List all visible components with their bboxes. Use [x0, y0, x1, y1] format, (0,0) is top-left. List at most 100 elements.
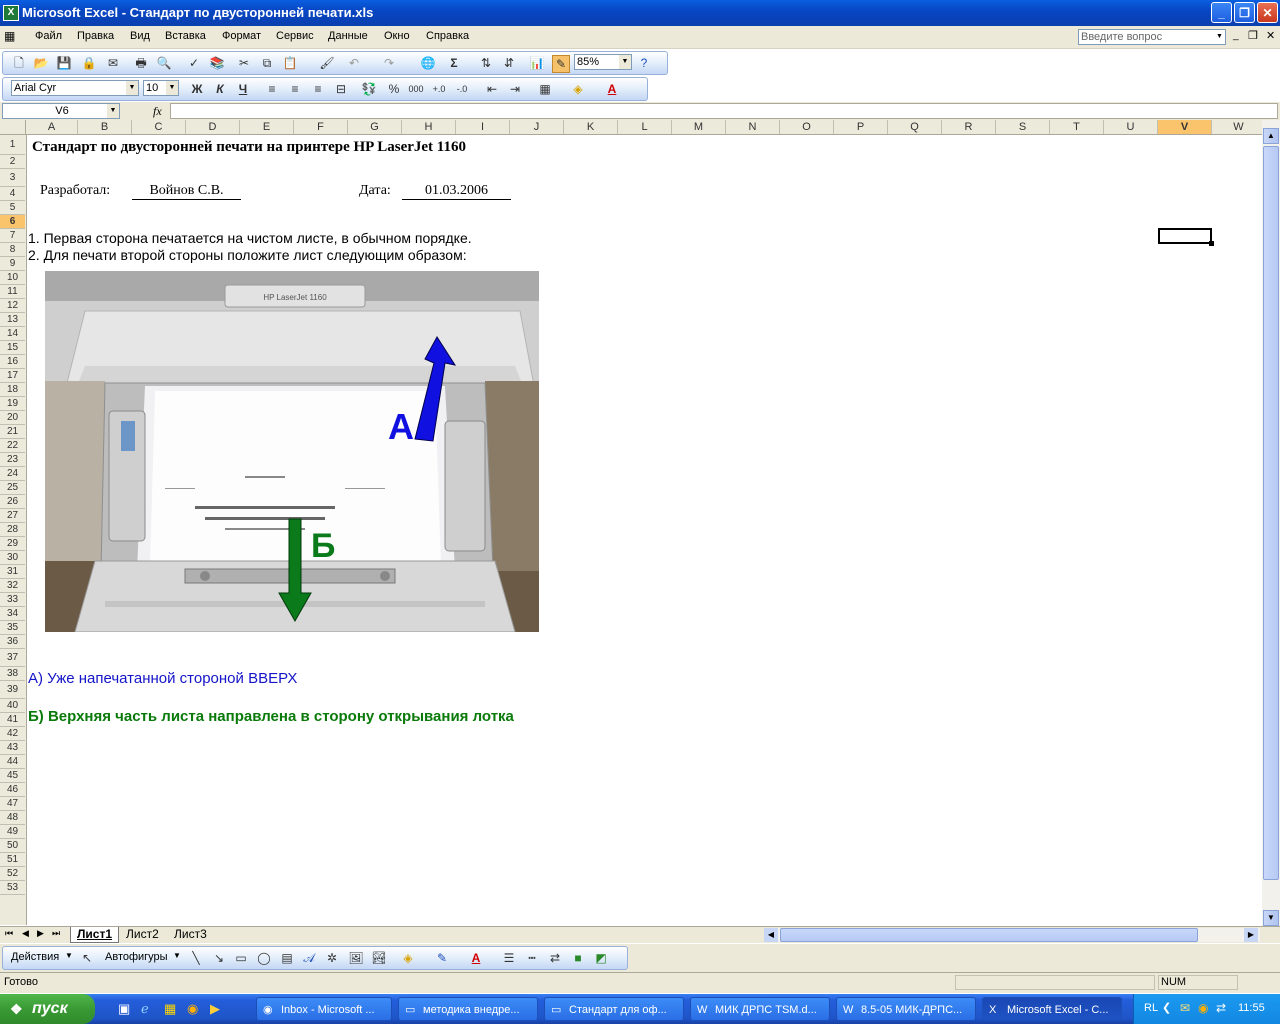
decrease-decimal-icon[interactable]: -.0 — [454, 81, 470, 97]
task-standard-folder[interactable]: ▭ Стандарт для оф... — [544, 997, 684, 1021]
row-header-42[interactable]: 42 — [0, 727, 25, 741]
formula-input[interactable] — [170, 103, 1278, 119]
print-preview-icon[interactable]: 🔍 — [156, 55, 172, 71]
task-inbox[interactable]: ◉ Inbox - Microsoft ... — [256, 997, 392, 1021]
menu-format[interactable]: Формат — [222, 30, 261, 42]
row-header-14[interactable]: 14 — [0, 327, 25, 341]
increase-decimal-icon[interactable]: +.0 — [431, 81, 447, 97]
dash-style-icon[interactable]: ┅ — [524, 950, 540, 966]
cut-icon[interactable]: ✂ — [236, 55, 252, 71]
line-style-icon[interactable]: ☰ — [501, 950, 517, 966]
column-header-f[interactable]: F — [294, 120, 348, 134]
quicklaunch-desktop-icon[interactable]: ▣ — [118, 1001, 130, 1017]
column-header-s[interactable]: S — [996, 120, 1050, 134]
language-indicator[interactable]: RL — [1144, 1002, 1158, 1014]
row-header-3[interactable]: 3 — [0, 169, 25, 187]
column-header-o[interactable]: O — [780, 120, 834, 134]
select-all-corner[interactable] — [0, 120, 26, 134]
row-header-24[interactable]: 24 — [0, 467, 25, 481]
quicklaunch-media-icon[interactable]: ▶ — [210, 1001, 220, 1017]
align-right-icon[interactable]: ≡ — [310, 81, 326, 97]
row-header-51[interactable]: 51 — [0, 853, 25, 867]
quicklaunch-outlook-icon[interactable]: ◉ — [187, 1001, 198, 1017]
first-sheet-icon[interactable]: ⏮ — [5, 928, 13, 939]
row-header-44[interactable]: 44 — [0, 755, 25, 769]
mail-icon[interactable]: ✉ — [1180, 1001, 1190, 1015]
fill-handle[interactable] — [1209, 241, 1214, 246]
row-header-15[interactable]: 15 — [0, 341, 25, 355]
row-header-1[interactable]: 1 — [0, 135, 25, 155]
scroll-thumb[interactable] — [1263, 146, 1279, 880]
font-color-icon[interactable]: A — [604, 81, 620, 97]
row-header-37[interactable]: 37 — [0, 649, 25, 667]
textbox-icon[interactable]: ▤ — [279, 950, 295, 966]
decrease-indent-icon[interactable]: ⇤ — [484, 81, 500, 97]
quicklaunch-app-icon[interactable]: ▦ — [164, 1001, 176, 1017]
quicklaunch-ie-icon[interactable]: ℯ — [141, 1001, 149, 1017]
row-header-27[interactable]: 27 — [0, 509, 25, 523]
hscroll-thumb[interactable] — [780, 928, 1198, 942]
row-header-7[interactable]: 7 — [0, 229, 25, 243]
row-header-8[interactable]: 8 — [0, 243, 25, 257]
redo-icon[interactable]: ↷ — [381, 55, 397, 71]
tab-list3[interactable]: Лист3 — [170, 927, 211, 942]
scroll-right-icon[interactable]: ▶ — [1244, 928, 1258, 942]
scroll-left-icon[interactable]: ◀ — [764, 928, 778, 942]
last-sheet-icon[interactable]: ⏭ — [52, 928, 60, 939]
help-icon[interactable]: ? — [636, 55, 652, 71]
task-word-tsm[interactable]: W МИК ДРПС TSM.d... — [690, 997, 830, 1021]
row-header-4[interactable]: 4 — [0, 187, 25, 201]
row-header-30[interactable]: 30 — [0, 551, 25, 565]
paste-icon[interactable]: 📋 — [282, 55, 298, 71]
column-header-c[interactable]: C — [132, 120, 186, 134]
workbook-icon[interactable]: ▦ — [4, 29, 20, 45]
align-left-icon[interactable]: ≡ — [264, 81, 280, 97]
row-header-6[interactable]: 6 — [0, 215, 25, 229]
underline-button[interactable]: Ч — [235, 81, 251, 97]
task-methodology[interactable]: ▭ методика внедре... — [398, 997, 538, 1021]
outlook-tray-icon[interactable]: ◉ — [1198, 1001, 1208, 1015]
menu-edit[interactable]: Правка — [77, 30, 114, 42]
row-header-46[interactable]: 46 — [0, 783, 25, 797]
open-icon[interactable]: 📂 — [33, 55, 49, 71]
autoshapes-menu[interactable]: Автофигуры — [105, 951, 168, 963]
arrow-icon[interactable]: ↘ — [211, 950, 227, 966]
menu-file[interactable]: Файл — [35, 30, 62, 42]
row-header-40[interactable]: 40 — [0, 699, 25, 713]
row-header-22[interactable]: 22 — [0, 439, 25, 453]
row-header-29[interactable]: 29 — [0, 537, 25, 551]
permission-icon[interactable]: 🔒 — [81, 55, 97, 71]
column-header-u[interactable]: U — [1104, 120, 1158, 134]
copy-icon[interactable]: ⧉ — [259, 55, 275, 71]
row-header-43[interactable]: 43 — [0, 741, 25, 755]
row-header-41[interactable]: 41 — [0, 713, 25, 727]
row-header-32[interactable]: 32 — [0, 579, 25, 593]
line-icon[interactable]: ╲ — [188, 950, 204, 966]
thousands-button[interactable]: 000 — [408, 81, 424, 97]
undo-icon[interactable]: ↶ — [346, 55, 362, 71]
tab-list2[interactable]: Лист2 — [122, 927, 163, 942]
function-icon[interactable]: fx — [153, 104, 162, 119]
column-header-b[interactable]: B — [78, 120, 132, 134]
3d-icon[interactable]: ◩ — [593, 950, 609, 966]
email-icon[interactable]: ✉ — [105, 55, 121, 71]
increase-indent-icon[interactable]: ⇥ — [507, 81, 523, 97]
row-header-35[interactable]: 35 — [0, 621, 25, 635]
diagram-icon[interactable]: ✲ — [324, 950, 340, 966]
doc-minimize-button[interactable]: _ — [1233, 30, 1239, 41]
column-header-r[interactable]: R — [942, 120, 996, 134]
row-header-21[interactable]: 21 — [0, 425, 25, 439]
merge-center-icon[interactable]: ⊟ — [333, 81, 349, 97]
vertical-scrollbar[interactable]: ▲ ▼ — [1262, 120, 1280, 926]
menu-tools[interactable]: Сервис — [276, 30, 314, 42]
arrow-style-icon[interactable]: ⇄ — [547, 950, 563, 966]
row-header-16[interactable]: 16 — [0, 355, 25, 369]
autosum-icon[interactable]: Σ — [446, 55, 462, 71]
column-header-l[interactable]: L — [618, 120, 672, 134]
help-dropdown-icon[interactable]: ▼ — [1216, 30, 1226, 44]
tab-list1[interactable]: Лист1 — [70, 927, 120, 943]
excel-app-icon[interactable]: X — [3, 5, 19, 21]
picture-icon[interactable]: 🏞 — [371, 950, 387, 966]
menu-insert[interactable]: Вставка — [165, 30, 206, 42]
font-size-select[interactable]: 10 ▼ — [143, 80, 179, 96]
